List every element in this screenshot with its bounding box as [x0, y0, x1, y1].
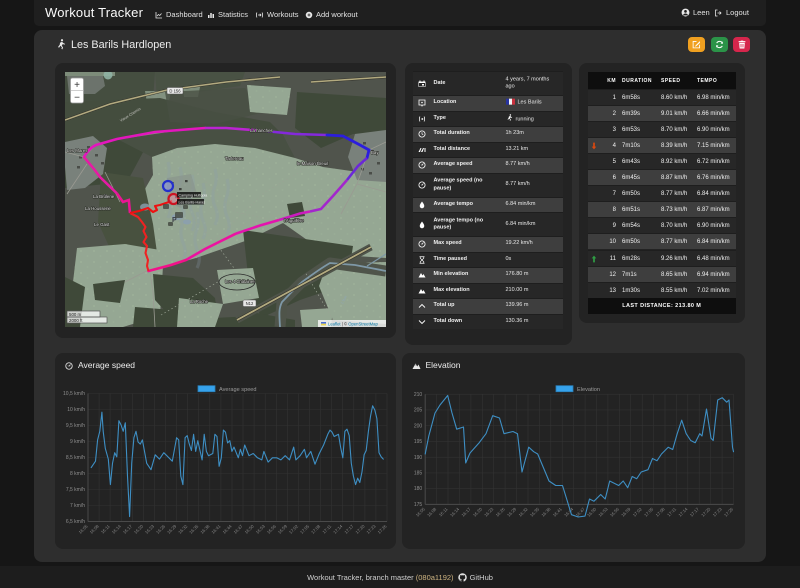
svg-text:16:11: 16:11 — [100, 523, 111, 534]
svg-text:17:14: 17:14 — [332, 523, 344, 535]
svg-text:10,5 km/h: 10,5 km/h — [63, 391, 85, 397]
svg-text:17:11: 17:11 — [666, 506, 677, 517]
svg-text:−: − — [74, 92, 80, 103]
svg-text:10 km/h: 10 km/h — [67, 407, 85, 413]
svg-text:16:14: 16:14 — [111, 523, 123, 535]
svg-text:Les Mares: Les Mares — [67, 148, 88, 153]
svg-text:8,5 km/h: 8,5 km/h — [66, 455, 85, 461]
svg-text:17:20: 17:20 — [354, 523, 366, 535]
svg-text:16:17: 16:17 — [122, 523, 134, 535]
svg-text:Elevation: Elevation — [577, 387, 600, 393]
svg-text:16:56: 16:56 — [266, 523, 278, 535]
svg-text:N12: N12 — [245, 301, 253, 306]
svg-text:16:32: 16:32 — [517, 506, 529, 518]
svg-text:17:17: 17:17 — [688, 506, 700, 518]
svg-text:16:23: 16:23 — [144, 523, 156, 535]
svg-text:16:29: 16:29 — [506, 506, 518, 518]
svg-text:16:26: 16:26 — [155, 523, 167, 535]
svg-text:500 m: 500 m — [69, 312, 82, 317]
svg-text:185: 185 — [413, 470, 422, 476]
svg-text:210: 210 — [413, 391, 422, 397]
svg-text:16:23: 16:23 — [483, 506, 495, 518]
svg-text:+: + — [74, 80, 80, 91]
svg-text:16:35: 16:35 — [528, 506, 540, 518]
svg-text:16:56: 16:56 — [608, 506, 620, 518]
svg-text:l'Aiguillère: l'Aiguillère — [284, 218, 304, 223]
svg-text:16:20: 16:20 — [133, 523, 145, 535]
svg-text:17:02: 17:02 — [631, 506, 643, 518]
svg-text:17:26: 17:26 — [377, 523, 389, 535]
svg-text:La Roche: La Roche — [190, 299, 209, 304]
svg-text:Les 4 Châtaines: Les 4 Châtaines — [225, 279, 255, 284]
svg-text:16:35: 16:35 — [188, 523, 200, 535]
svg-text:2000 ft: 2000 ft — [69, 318, 83, 323]
svg-text:16:32: 16:32 — [177, 523, 189, 535]
svg-text:Average speed: Average speed — [219, 387, 257, 393]
svg-text:La hanches: La hanches — [250, 128, 274, 133]
svg-text:17:05: 17:05 — [299, 523, 311, 535]
svg-text:16:50: 16:50 — [244, 523, 256, 535]
svg-text:Le Gast: Le Gast — [94, 222, 110, 227]
svg-text:16:47: 16:47 — [233, 523, 245, 535]
svg-text:17:05: 17:05 — [643, 506, 655, 518]
svg-text:16:08: 16:08 — [426, 506, 438, 518]
svg-text:16:29: 16:29 — [166, 523, 178, 535]
svg-text:17:11: 17:11 — [321, 523, 332, 534]
svg-text:17:02: 17:02 — [288, 523, 300, 535]
svg-text:16:20: 16:20 — [471, 506, 483, 518]
svg-text:16:41: 16:41 — [551, 506, 563, 518]
svg-text:7,5 km/h: 7,5 km/h — [66, 487, 85, 493]
svg-text:16:38: 16:38 — [199, 523, 211, 535]
svg-text:17:17: 17:17 — [343, 523, 355, 535]
svg-text:Camping Huttopia: Camping Huttopia — [178, 193, 207, 197]
svg-text:16:53: 16:53 — [255, 523, 267, 535]
svg-text:17:08: 17:08 — [310, 523, 322, 535]
svg-text:8 km/h: 8 km/h — [70, 471, 85, 477]
svg-text:16:53: 16:53 — [597, 506, 609, 518]
svg-text:La Brûlerie: La Brûlerie — [93, 194, 115, 199]
svg-text:16:44: 16:44 — [222, 523, 234, 535]
svg-text:190: 190 — [413, 454, 422, 460]
svg-text:17:08: 17:08 — [654, 506, 666, 518]
svg-text:La Housserie: La Housserie — [85, 206, 111, 211]
svg-text:Tartereau: Tartereau — [225, 156, 244, 161]
svg-text:17:26: 17:26 — [723, 506, 735, 518]
svg-text:17:23: 17:23 — [711, 506, 723, 518]
svg-text:16:38: 16:38 — [540, 506, 552, 518]
svg-text:16:26: 16:26 — [494, 506, 506, 518]
svg-text:17:23: 17:23 — [365, 523, 377, 535]
svg-text:16:14: 16:14 — [449, 506, 461, 518]
svg-text:P: P — [172, 217, 177, 224]
svg-text:le Maison Breuil: le Maison Breuil — [297, 161, 328, 166]
svg-text:Leaflet | © OpenStreetMap: Leaflet | © OpenStreetMap — [328, 321, 378, 326]
svg-text:Les Barils-Haras: Les Barils-Haras — [178, 200, 205, 204]
svg-text:7 km/h: 7 km/h — [70, 503, 85, 509]
svg-text:D 156: D 156 — [169, 89, 181, 94]
svg-text:Bay: Bay — [371, 150, 379, 155]
svg-text:9,5 km/h: 9,5 km/h — [66, 423, 85, 429]
svg-text:9 km/h: 9 km/h — [70, 439, 85, 445]
svg-text:17:20: 17:20 — [700, 506, 712, 518]
svg-text:16:59: 16:59 — [277, 523, 289, 535]
svg-text:16:50: 16:50 — [586, 506, 598, 518]
svg-text:6,5 km/h: 6,5 km/h — [66, 519, 85, 525]
svg-text:16:41: 16:41 — [210, 523, 222, 535]
svg-text:16:17: 16:17 — [460, 506, 472, 518]
svg-text:16:08: 16:08 — [89, 523, 101, 535]
svg-text:17:14: 17:14 — [677, 506, 689, 518]
svg-text:195: 195 — [413, 439, 422, 445]
svg-text:16:59: 16:59 — [620, 506, 632, 518]
svg-text:180: 180 — [413, 486, 422, 492]
svg-text:205: 205 — [413, 407, 422, 413]
svg-text:16:11: 16:11 — [437, 506, 448, 517]
svg-text:200: 200 — [413, 423, 422, 429]
